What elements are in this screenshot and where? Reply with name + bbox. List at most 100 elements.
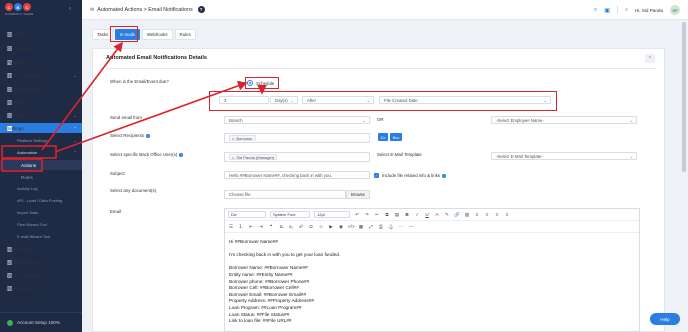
- editor-line: Borrower phone: ##Borrower Phone##: [229, 278, 310, 284]
- link-icon[interactable]: 🔗: [454, 212, 460, 218]
- company-logo[interactable]: C B C COMPANY NAME: [5, 3, 45, 18]
- sidebar-item-vote-features[interactable]: Vote for Features: [0, 270, 82, 280]
- sidebar-item-calculators[interactable]: Calculators ⌄: [0, 110, 82, 120]
- chat-help-button[interactable]: Help: [650, 313, 680, 325]
- bell-icon[interactable]: ♪: [625, 7, 628, 13]
- sidebar-item-user-trainings[interactable]: User Trainings: [0, 257, 82, 267]
- code-icon[interactable]: </>: [348, 224, 355, 229]
- file-input[interactable]: Choose file: [224, 190, 346, 199]
- info-icon[interactable]: i: [442, 174, 447, 178]
- underline-icon[interactable]: U: [424, 212, 430, 217]
- recipient-tag[interactable]: × Borrower: [229, 135, 256, 141]
- sidebar-item-platform-settings[interactable]: Platform Settings ⌄: [0, 135, 82, 145]
- table-icon[interactable]: ▦: [358, 224, 364, 230]
- text-color-icon[interactable]: A: [434, 212, 440, 217]
- strikethrough-icon[interactable]: S̶: [278, 224, 284, 229]
- apps-icon[interactable]: ▣: [604, 7, 610, 14]
- sidebar-item-user-contacts[interactable]: User / Contacts ⌄: [0, 70, 82, 80]
- emoji-icon[interactable]: ☺: [318, 224, 324, 229]
- sidebar-item-activity-log[interactable]: Activity Log: [0, 183, 82, 193]
- bold-icon[interactable]: B: [404, 212, 410, 217]
- sidebar-item-rules[interactable]: Rules: [0, 172, 82, 182]
- align-right-icon[interactable]: ≡: [494, 212, 500, 217]
- tab-webhooks[interactable]: Webhooks: [141, 29, 173, 40]
- sidebar-item-release-notes[interactable]: Release Notes: [0, 283, 82, 293]
- email-editor[interactable]: Div System Font 12pt ↶ ↷ ✂ ⧉ ▤ B I U A ✎…: [224, 208, 640, 332]
- sidebar-item-plan-wizard[interactable]: Plan Wizard Tool: [0, 219, 82, 229]
- sidebar-item-label: User / Contacts: [7, 72, 39, 78]
- editor-content[interactable]: Hi ##Borrower Name## I'm checking back i…: [229, 239, 340, 325]
- browse-button[interactable]: Browse: [346, 190, 370, 199]
- align-left-icon[interactable]: ≡: [474, 212, 480, 217]
- account-setup[interactable]: Account Setup 100%: [0, 312, 82, 332]
- info-icon[interactable]: i: [145, 134, 150, 138]
- bullet-list-icon[interactable]: ☰: [228, 224, 234, 230]
- quote-icon[interactable]: ❝: [268, 224, 274, 230]
- preview-icon[interactable]: ◉: [338, 224, 344, 230]
- paste-icon[interactable]: ▤: [394, 212, 400, 218]
- user-greeting[interactable]: Hi, Sid Panda: [635, 8, 663, 13]
- send-from-select[interactable]: Branch ⌄: [224, 116, 370, 124]
- horizontal-rule-icon[interactable]: —: [408, 224, 414, 229]
- align-center-icon[interactable]: ≡: [484, 212, 490, 217]
- sidebar-item-help-center[interactable]: Help Center: [0, 244, 82, 254]
- print-icon[interactable]: ⎙: [378, 224, 384, 229]
- numbered-list-icon[interactable]: ⒈: [238, 224, 244, 230]
- backoffice-multiselect[interactable]: × Sid Panda (Manager): [224, 152, 370, 162]
- fullscreen-icon[interactable]: ⤢: [368, 224, 374, 229]
- special-char-icon[interactable]: Ω: [308, 224, 314, 229]
- sidebar-item-create-loan[interactable]: Create Loan: [0, 43, 82, 53]
- sidebar-item-import-data[interactable]: Import Data: [0, 207, 82, 217]
- superscript-icon[interactable]: x²: [298, 224, 304, 229]
- sidebar-item-dashboard[interactable]: Dashboard: [0, 29, 82, 39]
- highlight-icon[interactable]: ✎: [444, 212, 450, 218]
- image-icon[interactable]: ▧: [464, 212, 470, 218]
- cc-button[interactable]: Cc: [378, 133, 388, 141]
- help-icon[interactable]: ?: [197, 6, 205, 13]
- chevron-up-icon: ⌃: [73, 125, 77, 131]
- media-icon[interactable]: ▶: [328, 224, 334, 230]
- cut-icon[interactable]: ✂: [374, 212, 380, 218]
- sidebar-item-settings[interactable]: Settings ⌃: [0, 123, 82, 133]
- employee-select[interactable]: -Select Employee Name- ⌄: [491, 116, 637, 124]
- anchor-icon[interactable]: ⚓: [388, 224, 394, 230]
- outdent-icon[interactable]: ⇤: [248, 224, 254, 230]
- indent-icon[interactable]: ⇥: [258, 224, 264, 230]
- bcc-button[interactable]: Bcc: [390, 133, 402, 141]
- font-size-select[interactable]: 12pt: [314, 211, 350, 218]
- sidebar-item-actions[interactable]: Actions: [0, 160, 82, 170]
- template-select[interactable]: -Select E-Mail Template- ⌄: [491, 152, 637, 160]
- sidebar-item-api-posting[interactable]: API - Lead / Data Posting: [0, 195, 82, 205]
- undo-icon[interactable]: ↶: [354, 212, 360, 218]
- recipients-multiselect[interactable]: × Borrower: [224, 133, 370, 143]
- redo-icon[interactable]: ↷: [364, 212, 370, 218]
- collapse-sidebar-icon[interactable]: ‹: [69, 6, 71, 12]
- sidebar-item-calendar-tasks[interactable]: Calendar/Tasks: [0, 84, 82, 94]
- chevron-down-icon: ⌄: [73, 72, 77, 78]
- italic-icon[interactable]: I: [414, 212, 420, 217]
- sidebar-item-pipeline[interactable]: Pipeline: [0, 57, 82, 67]
- avatar[interactable]: SP: [670, 5, 680, 15]
- info-icon[interactable]: i: [179, 153, 184, 157]
- block-format-select[interactable]: Div: [228, 211, 266, 218]
- remove-icon[interactable]: ×: [232, 136, 234, 141]
- copy-icon[interactable]: ⧉: [384, 212, 390, 217]
- align-justify-icon[interactable]: ≡: [504, 212, 510, 217]
- sidebar-item-email-wizard[interactable]: E-mail Wizard Tool: [0, 231, 82, 241]
- sidebar-item-automation[interactable]: Automation ⌃: [0, 147, 82, 157]
- editor-line: I'm checking back in with you to get you…: [229, 252, 341, 258]
- sidebar-item-label: Pipeline: [7, 59, 24, 65]
- tab-rules[interactable]: Rules: [174, 29, 196, 40]
- include-info-checkbox[interactable]: ✓: [374, 173, 379, 178]
- search-icon[interactable]: ⌕: [594, 7, 597, 14]
- envelope-icon: ✉: [90, 6, 95, 13]
- remove-icon[interactable]: ×: [232, 155, 234, 160]
- page-break-icon[interactable]: ⋯: [398, 224, 404, 230]
- subject-input[interactable]: Hello ##Borrower Name##, checking back i…: [224, 171, 370, 179]
- font-family-select[interactable]: System Font: [270, 211, 310, 218]
- sidebar-item-reports[interactable]: Reports: [0, 97, 82, 107]
- chevron-up-icon[interactable]: ⌃: [645, 54, 655, 63]
- backoffice-tag[interactable]: × Sid Panda (Manager): [229, 154, 278, 160]
- subscript-icon[interactable]: x₂: [288, 224, 294, 229]
- scrollbar[interactable]: [682, 22, 686, 172]
